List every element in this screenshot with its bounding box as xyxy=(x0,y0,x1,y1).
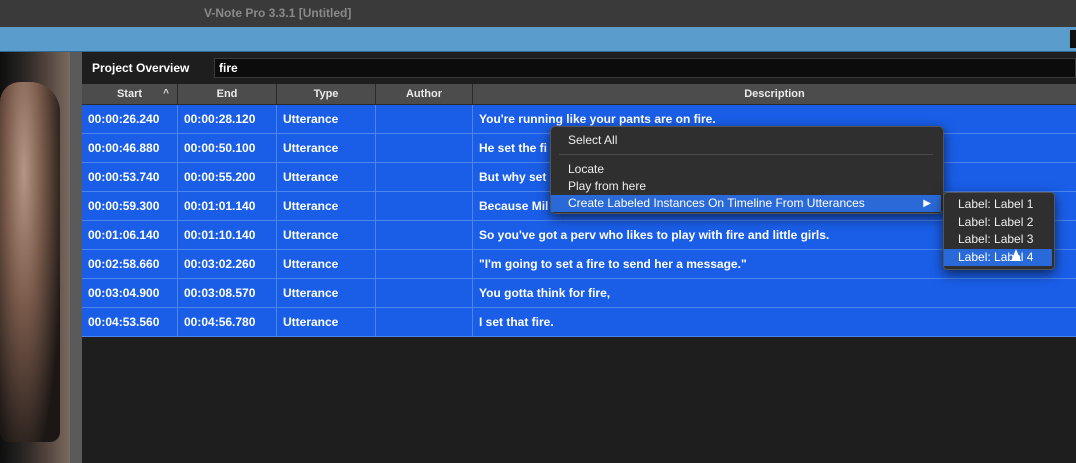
cell-end: 00:00:50.100 xyxy=(178,134,277,162)
cell-type: Utterance xyxy=(277,279,376,307)
cell-start: 00:00:26.240 xyxy=(82,105,178,133)
cell-type: Utterance xyxy=(277,308,376,336)
column-header-author[interactable]: Author xyxy=(376,84,473,104)
submenu-item-label-4[interactable]: Label: Label 4 xyxy=(944,248,1052,266)
table-row[interactable]: 00:02:58.660 00:03:02.260 Utterance "I'm go… xyxy=(82,250,1076,279)
submenu-item-label-2[interactable]: Label: Label 2 xyxy=(944,214,1052,231)
cell-start: 00:00:46.880 xyxy=(82,134,178,162)
cell-end: 00:01:01.140 xyxy=(178,192,277,220)
toolbar-corner xyxy=(1070,30,1076,48)
cell-start: 00:04:53.560 xyxy=(82,308,178,336)
cell-end: 00:01:10.140 xyxy=(178,221,277,249)
search-input[interactable] xyxy=(214,58,1076,78)
cell-type: Utterance xyxy=(277,221,376,249)
window-title: V-Note Pro 3.3.1 [Untitled] xyxy=(204,6,352,20)
cell-description: You gotta think for fire, xyxy=(479,286,611,300)
cell-author xyxy=(376,192,473,220)
toolbar-strip xyxy=(0,27,1076,52)
cell-author xyxy=(376,279,473,307)
cell-author xyxy=(376,105,473,133)
table-row[interactable]: 00:04:53.560 00:04:56.780 Utterance I set t… xyxy=(82,308,1076,337)
label-submenu: Label: Label 1 Label: Label 2 Label: Label… xyxy=(943,192,1055,270)
cell-start: 00:02:58.660 xyxy=(82,250,178,278)
submenu-item-label-3[interactable]: Label: Label 3 xyxy=(944,231,1052,248)
cell-end: 00:00:28.120 xyxy=(178,105,277,133)
cell-author xyxy=(376,221,473,249)
menu-item-play-from-here[interactable]: Play from here xyxy=(551,178,941,195)
cell-start: 00:03:04.900 xyxy=(82,279,178,307)
menu-separator xyxy=(559,154,933,155)
context-menu: Select All Locate Play from here Create … xyxy=(550,126,944,214)
title-bar: V-Note Pro 3.3.1 [Untitled] xyxy=(0,0,1076,28)
table-row[interactable]: 00:03:04.900 00:03:08.570 Utterance You got… xyxy=(82,279,1076,308)
cell-type: Utterance xyxy=(277,163,376,191)
cell-author xyxy=(376,308,473,336)
cell-start: 00:01:06.140 xyxy=(82,221,178,249)
cell-end: 00:03:02.260 xyxy=(178,250,277,278)
cell-type: Utterance xyxy=(277,105,376,133)
mouse-cursor-icon xyxy=(1011,249,1021,261)
cell-author xyxy=(376,250,473,278)
cell-end: 00:04:56.780 xyxy=(178,308,277,336)
menu-item-locate[interactable]: Locate xyxy=(551,161,941,178)
column-label-start: Start xyxy=(116,88,143,100)
cell-start: 00:00:53.740 xyxy=(82,163,178,191)
cell-author xyxy=(376,134,473,162)
cell-end: 00:03:08.570 xyxy=(178,279,277,307)
overview-header: Project Overview xyxy=(82,57,1076,81)
column-header-start[interactable]: Start ^ xyxy=(82,84,178,104)
cell-author xyxy=(376,163,473,191)
menu-item-create-labeled-instances[interactable]: Create Labeled Instances On Timeline Fro… xyxy=(551,195,941,212)
column-header-type[interactable]: Type xyxy=(277,84,376,104)
video-frame-figure xyxy=(0,82,60,442)
menu-item-create-labeled-label: Create Labeled Instances On Timeline Fro… xyxy=(568,196,865,210)
submenu-item-label-1[interactable]: Label: Label 1 xyxy=(944,196,1052,213)
cell-end: 00:00:55.200 xyxy=(178,163,277,191)
submenu-arrow-icon: ▶ xyxy=(923,198,931,209)
column-header-description[interactable]: Description xyxy=(473,84,1076,104)
pane-splitter[interactable] xyxy=(70,52,82,463)
cell-type: Utterance xyxy=(277,134,376,162)
cell-type: Utterance xyxy=(277,192,376,220)
cell-description: I set that fire. xyxy=(479,315,554,329)
menu-item-select-all[interactable]: Select All xyxy=(551,132,941,149)
sort-ascending-icon: ^ xyxy=(163,88,169,99)
cell-type: Utterance xyxy=(277,250,376,278)
video-preview[interactable] xyxy=(0,52,70,463)
table-header: Start ^ End Type Author Description xyxy=(82,84,1076,105)
cell-start: 00:00:59.300 xyxy=(82,192,178,220)
project-overview-label: Project Overview xyxy=(92,61,190,75)
column-header-end[interactable]: End xyxy=(178,84,277,104)
table-row[interactable]: 00:01:06.140 00:01:10.140 Utterance So you'… xyxy=(82,221,1076,250)
